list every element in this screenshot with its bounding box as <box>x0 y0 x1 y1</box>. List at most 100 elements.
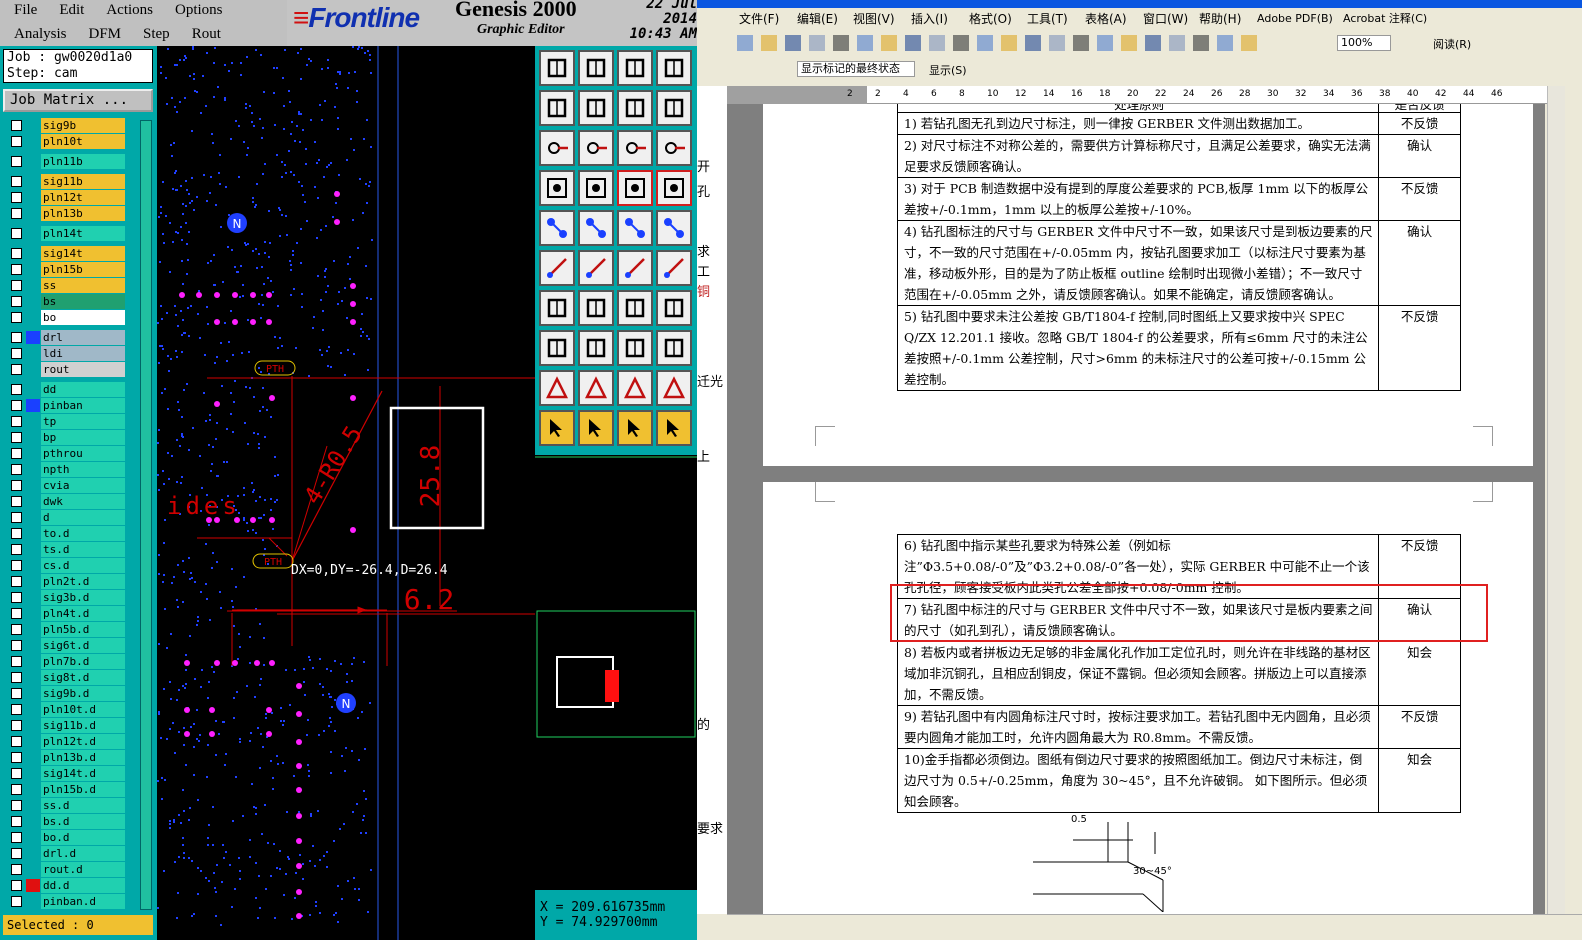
layer-checkbox[interactable] <box>11 624 22 635</box>
layer-name[interactable]: pln15b <box>41 262 125 277</box>
layer-checkbox[interactable] <box>11 348 22 359</box>
layer-color-swatch[interactable] <box>26 383 40 396</box>
layer-checkbox[interactable] <box>11 400 22 411</box>
layer-row[interactable]: sig8t.d <box>4 670 126 685</box>
circle-icon[interactable] <box>656 210 692 246</box>
research-icon[interactable] <box>905 35 921 51</box>
cross-icon[interactable] <box>578 250 614 286</box>
layer-name[interactable]: sig11b.d <box>41 718 125 733</box>
layer-checkbox[interactable] <box>11 720 22 731</box>
layer-row[interactable]: pln12t.d <box>4 734 126 749</box>
menu-format-cn[interactable]: 格式(O) <box>969 8 1012 30</box>
layer-row[interactable]: pinban.d <box>4 894 126 909</box>
insert-table-icon[interactable] <box>1121 35 1137 51</box>
columns-icon[interactable] <box>1169 35 1185 51</box>
layer-row[interactable]: sig14t <box>4 246 126 261</box>
layer-row[interactable]: cvia <box>4 478 126 493</box>
layer-color-swatch[interactable] <box>26 831 40 844</box>
layer-color-swatch[interactable] <box>26 799 40 812</box>
hyperlink-icon[interactable] <box>1073 35 1089 51</box>
home-icon[interactable] <box>617 50 653 86</box>
group-icon[interactable] <box>656 330 692 366</box>
layer-row[interactable]: rout <box>4 362 126 377</box>
copy-icon[interactable] <box>953 35 969 51</box>
line-add-icon[interactable] <box>578 330 614 366</box>
layer-checkbox[interactable] <box>11 592 22 603</box>
layer-color-swatch[interactable] <box>26 399 40 412</box>
fit-icon[interactable] <box>617 90 653 126</box>
layer-row[interactable]: sig9b <box>4 118 126 133</box>
redo-icon[interactable] <box>1049 35 1065 51</box>
menu-insert-cn[interactable]: 插入(I) <box>911 8 948 30</box>
layer-row[interactable]: pln10t <box>4 134 126 149</box>
layer-row[interactable]: d <box>4 510 126 525</box>
layer-color-swatch[interactable] <box>26 363 40 376</box>
layer-checkbox[interactable] <box>11 432 22 443</box>
layer-color-swatch[interactable] <box>26 527 40 540</box>
layer-checkbox[interactable] <box>11 448 22 459</box>
layer-checkbox[interactable] <box>11 416 22 427</box>
markup-select[interactable]: 显示标记的最终状态 <box>797 61 915 77</box>
layer-row[interactable]: pln13b <box>4 206 126 221</box>
layer-checkbox[interactable] <box>11 228 22 239</box>
layer-checkbox[interactable] <box>11 332 22 343</box>
layer-row[interactable]: ss <box>4 278 126 293</box>
pointer3-icon[interactable] <box>617 410 653 446</box>
layer-name[interactable]: cs.d <box>41 558 125 573</box>
layer-color-swatch[interactable] <box>26 431 40 444</box>
docmap-icon[interactable] <box>1217 35 1233 51</box>
layer-row[interactable]: ss.d <box>4 798 126 813</box>
layer-name[interactable]: ts.d <box>41 542 125 557</box>
layer-name[interactable]: pln7b.d <box>41 654 125 669</box>
permission-icon[interactable] <box>809 35 825 51</box>
drawing-icon[interactable] <box>1193 35 1209 51</box>
ruler[interactable]: 2 2 4 6 8 10 12 14 16 18 20 22 24 26 28 30 32 34 36 38 40 42 4… <box>727 86 1557 104</box>
layer-name[interactable]: bp <box>41 430 125 445</box>
new-icon[interactable] <box>737 35 753 51</box>
layer-checkbox[interactable] <box>11 672 22 683</box>
layer-color-swatch[interactable] <box>26 559 40 572</box>
layer-name[interactable]: pthrou <box>41 446 125 461</box>
layer-checkbox[interactable] <box>11 768 22 779</box>
layer-checkbox[interactable] <box>11 896 22 907</box>
layer-checkbox[interactable] <box>11 848 22 859</box>
layer-color-swatch[interactable] <box>26 347 40 360</box>
menu-acrobat[interactable]: Acrobat 注释(C) <box>1343 8 1427 30</box>
format-painter-icon[interactable] <box>1001 35 1017 51</box>
layer-color-swatch[interactable] <box>26 671 40 684</box>
layer-name[interactable]: sig14t.d <box>41 766 125 781</box>
layer-row[interactable]: sig6t.d <box>4 638 126 653</box>
layer-color-swatch[interactable] <box>26 847 40 860</box>
layer-color-swatch[interactable] <box>26 495 40 508</box>
layer-row[interactable]: bo.d <box>4 830 126 845</box>
layer-checkbox[interactable] <box>11 480 22 491</box>
layer-name[interactable]: pln10t.d <box>41 702 125 717</box>
open-icon[interactable] <box>761 35 777 51</box>
layer-color-swatch[interactable] <box>26 331 40 344</box>
layer-checkbox[interactable] <box>11 176 22 187</box>
open-step-icon[interactable] <box>539 50 575 86</box>
layer-row[interactable]: pln13b.d <box>4 750 126 765</box>
pointer2-icon[interactable] <box>578 410 614 446</box>
measure-icon[interactable] <box>539 170 575 206</box>
center-icon[interactable] <box>578 130 614 166</box>
layer-color-swatch[interactable] <box>26 575 40 588</box>
layer-name[interactable]: pln2t.d <box>41 574 125 589</box>
layer-color-swatch[interactable] <box>26 879 40 892</box>
layer-checkbox[interactable] <box>11 264 22 275</box>
layer-row[interactable]: ts.d <box>4 542 126 557</box>
layer-scrollbar[interactable] <box>140 120 152 910</box>
menu-adobe-pdf[interactable]: Adobe PDF(B) <box>1257 8 1333 30</box>
layer-checkbox[interactable] <box>11 136 22 147</box>
layer-color-swatch[interactable] <box>26 135 40 148</box>
save-icon[interactable] <box>785 35 801 51</box>
fit-box-icon[interactable] <box>617 330 653 366</box>
menu-edit-cn[interactable]: 编辑(E) <box>797 8 838 30</box>
line-icon[interactable] <box>539 250 575 286</box>
pointer-icon[interactable] <box>539 410 575 446</box>
layer-checkbox[interactable] <box>11 560 22 571</box>
layer-checkbox[interactable] <box>11 800 22 811</box>
layer-row[interactable]: sig9b.d <box>4 686 126 701</box>
layer-name[interactable]: sig6t.d <box>41 638 125 653</box>
layer-row[interactable]: pln12t <box>4 190 126 205</box>
